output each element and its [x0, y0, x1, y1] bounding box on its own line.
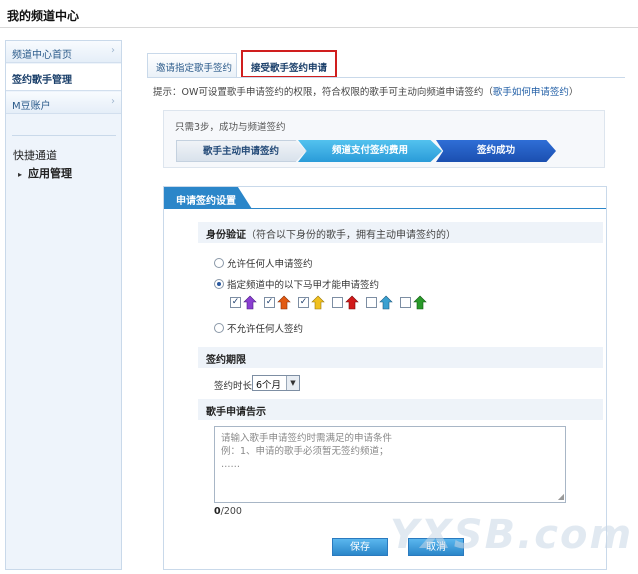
sidebar-item-label: 签约歌手管理 [12, 75, 72, 86]
vest-red-icon [345, 295, 359, 310]
panel-header: 申请签约设置 [164, 187, 606, 209]
vest-option-blue[interactable] [366, 295, 398, 311]
steps-box: 只需3步，成功与频道签约 歌手主动申请签约 频道支付签约费用 签约成功 [163, 110, 605, 168]
window-title: 我的频道中心 [7, 9, 80, 23]
vest-purple-icon [243, 295, 257, 310]
notice-title: 歌手申请告示 [206, 407, 266, 418]
sidebar: 频道中心首页 › 签约歌手管理 M豆账户 › 快捷通道 ▸ 应用管理 [5, 40, 122, 570]
sidebar-item-label: 频道中心首页 [12, 50, 72, 61]
step-apply: 歌手主动申请签约 [176, 140, 306, 162]
notice-section-header: 歌手申请告示 [198, 399, 603, 420]
vest-green-icon [413, 295, 427, 310]
checkbox[interactable]: ✓ [298, 297, 309, 308]
option-label: 允许任何人申请签约 [227, 259, 313, 270]
steps-caption: 只需3步，成功与频道签约 [175, 122, 286, 133]
hint-text: 提示：OW可设置歌手申请签约的权限，符合权限的歌手可主动向频道申请签约（歌手如何… [153, 84, 578, 98]
vest-blue-icon [379, 295, 393, 310]
step-pay: 频道支付签约费用 [298, 140, 442, 162]
tab-invite-singer[interactable]: 邀请指定歌手签约 [147, 53, 237, 77]
vest-option-green[interactable] [400, 295, 432, 311]
period-select[interactable]: 6个月 ▼ [252, 375, 300, 391]
how-to-apply-link[interactable]: 歌手如何申请签约 [493, 87, 569, 98]
notice-textarea[interactable]: 请输入歌手申请签约时需满足的申请条件 例：1、申请的歌手必须暂无签约频道； ……… [214, 426, 566, 503]
hint-body: 提示：OW可设置歌手申请签约的权限，符合权限的歌手可主动向频道申请签约（ [153, 87, 493, 98]
hint-close-paren: ） [568, 87, 579, 98]
option-label: 不允许任何人签约 [227, 324, 304, 335]
checkbox[interactable] [400, 297, 411, 308]
triangle-right-icon: ▸ [18, 170, 23, 179]
placeholder-line-2: 例：1、申请的歌手必须暂无签约频道； [221, 446, 389, 457]
radio-button[interactable] [214, 258, 224, 268]
vest-yellow-icon [311, 295, 325, 310]
panel-title: 申请签约设置 [164, 187, 252, 209]
sidebar-item-label: M豆账户 [12, 101, 51, 112]
checkbox[interactable] [366, 297, 377, 308]
vest-option-purple[interactable]: ✓ [230, 295, 262, 311]
tab-underline [147, 77, 625, 78]
option-label: 指定频道中的以下马甲才能申请签约 [227, 280, 380, 291]
sidebar-item-signed-singers[interactable]: 签约歌手管理 [6, 64, 121, 91]
step-success: 签约成功 [436, 140, 556, 162]
checkbox[interactable]: ✓ [230, 297, 241, 308]
save-button[interactable]: 保存 [332, 538, 388, 556]
radio-button-selected[interactable] [214, 279, 224, 289]
period-section-header: 签约期限 [198, 347, 603, 368]
chevron-right-icon: › [111, 45, 115, 56]
tab-accept-applications[interactable]: 接受歌手签约申请 [241, 50, 337, 78]
sidebar-item-m-bean-account[interactable]: M豆账户 › [6, 92, 121, 114]
resize-grip-icon[interactable]: ◢ [558, 492, 564, 501]
identity-section-header: 身份验证（符合以下身份的歌手，拥有主动申请签约的） [198, 222, 603, 243]
placeholder-line-1: 请输入歌手申请签约时需满足的申请条件 [221, 433, 393, 444]
option-allow-anyone[interactable]: 允许任何人申请签约 [214, 256, 313, 270]
period-label: 签约时长 [214, 381, 253, 392]
quick-item-label: 应用管理 [28, 167, 73, 180]
watermark-logo: YXSB.com [390, 512, 634, 558]
vest-option-yellow[interactable]: ✓ [298, 295, 330, 311]
vest-orange-icon [277, 295, 291, 310]
vest-option-red[interactable] [332, 295, 364, 311]
chevron-down-icon[interactable]: ▼ [286, 376, 299, 390]
checkbox[interactable]: ✓ [264, 297, 275, 308]
checkbox[interactable] [332, 297, 343, 308]
sidebar-item-channel-home[interactable]: 频道中心首页 › [6, 41, 121, 63]
vest-option-orange[interactable]: ✓ [264, 295, 296, 311]
quick-item-app-management[interactable]: ▸ 应用管理 [18, 165, 72, 181]
placeholder-line-3: …… [221, 459, 240, 470]
period-select-value: 6个月 [256, 380, 282, 391]
chevron-right-icon: › [111, 96, 115, 107]
window-titlebar: 我的频道中心 [0, 0, 638, 28]
option-deny-all[interactable]: 不允许任何人签约 [214, 321, 303, 335]
sidebar-divider [12, 135, 116, 136]
quick-access-title: 快捷通道 [13, 149, 57, 162]
radio-button[interactable] [214, 323, 224, 333]
identity-title: 身份验证（符合以下身份的歌手，拥有主动申请签约的） [206, 230, 456, 241]
option-specified-vests[interactable]: 指定频道中的以下马甲才能申请签约 [214, 277, 379, 291]
char-counter: 0/200 [214, 506, 242, 517]
period-title: 签约期限 [206, 355, 246, 366]
